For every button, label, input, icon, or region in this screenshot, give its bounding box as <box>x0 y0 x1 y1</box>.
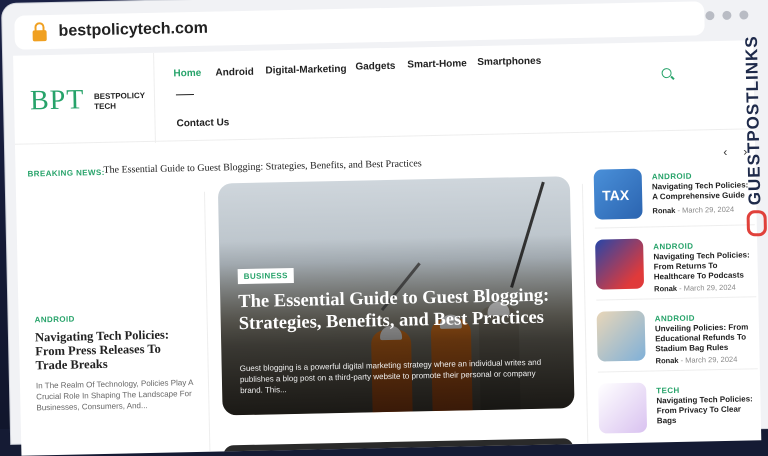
article-category[interactable]: ANDROID <box>652 172 692 182</box>
nav-android[interactable]: Android <box>215 67 254 79</box>
breaking-news-label: BREAKING NEWS: <box>27 167 105 179</box>
thumbnail-image[interactable] <box>596 310 646 362</box>
divider <box>596 296 757 301</box>
article-excerpt: In The Realm Of Technology, Policies Pla… <box>35 378 194 413</box>
article-category[interactable]: TECH <box>656 386 680 395</box>
article-title[interactable]: Navigating Tech Policies: From Press Rel… <box>35 327 196 373</box>
nav-contact-us[interactable]: Contact Us <box>176 117 229 129</box>
logo-wordmark: BESTPOLICY TECH <box>93 91 146 112</box>
link-icon <box>746 210 768 237</box>
thumbnail-image[interactable]: TAX <box>593 168 643 220</box>
article-title[interactable]: Unveiling Policies: From Educational Ref… <box>655 322 754 354</box>
article-category[interactable]: ANDROID <box>35 312 195 325</box>
chevron-left-icon[interactable]: ‹ <box>723 145 727 159</box>
sidebar-item[interactable]: ANDROID Navigating Tech Policies: From R… <box>595 236 755 293</box>
browser-window: bestpolicytech.com BPT BESTPOLICY TECH H… <box>2 0 768 456</box>
article-title[interactable]: Navigating Tech Policies: From Privacy T… <box>656 394 755 426</box>
thumbnail-image[interactable] <box>598 382 648 434</box>
nav-gadgets[interactable]: Gadgets <box>355 61 395 73</box>
hero-title[interactable]: The Essential Guide to Guest Blogging: S… <box>238 284 559 335</box>
url-text: bestpolicytech.com <box>58 19 209 40</box>
window-dot-icon[interactable] <box>722 10 732 20</box>
active-underline <box>175 94 194 96</box>
divider <box>597 368 758 373</box>
article-meta: Ronak - March 29, 2024 <box>655 354 738 366</box>
nav-smart-home[interactable]: Smart-Home <box>407 58 467 70</box>
sidebar-item[interactable]: TAX ANDROID Navigating Tech Policies: A … <box>593 166 754 220</box>
article-meta: Ronak - March 29, 2024 <box>652 204 735 216</box>
web-page: BPT BESTPOLICY TECH Home Android Digital… <box>13 40 762 456</box>
logo-mark: BPT <box>29 84 85 117</box>
article-title[interactable]: Navigating Tech Policies: A Comprehensiv… <box>652 180 750 202</box>
article-title[interactable]: Navigating Tech Policies: From Returns T… <box>653 250 752 282</box>
lock-icon <box>32 29 47 41</box>
window-dot-icon[interactable] <box>739 10 749 20</box>
window-dot-icon[interactable] <box>705 11 715 21</box>
article-meta: Ronak - March 29, 2024 <box>654 282 736 294</box>
nav-digital-marketing[interactable]: Digital-Marketing <box>265 64 346 77</box>
category-badge[interactable]: BUSINESS <box>237 267 295 285</box>
site-logo[interactable]: BPT BESTPOLICY TECH <box>21 52 156 146</box>
thumbnail-image[interactable] <box>595 238 645 290</box>
article-category[interactable]: ANDROID <box>653 242 693 252</box>
search-icon[interactable] <box>661 67 672 79</box>
guestpostlinks-watermark: GUESTPOSTLINKS <box>741 24 768 237</box>
divider <box>594 224 755 229</box>
hero-article[interactable]: BUSINESS The Essential Guide to Guest Bl… <box>217 176 575 416</box>
breaking-news-headline[interactable]: The Essential Guide to Guest Blogging: S… <box>103 158 421 176</box>
next-article-card[interactable] <box>223 438 574 456</box>
column-divider <box>581 183 589 444</box>
sidebar-item[interactable]: ANDROID Unveiling Policies: From Educati… <box>596 308 757 365</box>
sidebar-item[interactable]: TECH Navigating Tech Policies: From Priv… <box>598 380 758 434</box>
nav-home[interactable]: Home <box>173 68 201 80</box>
article-category[interactable]: ANDROID <box>655 314 695 324</box>
left-article: ANDROID Navigating Tech Policies: From P… <box>35 312 197 413</box>
hero-excerpt: Guest blogging is a powerful digital mar… <box>239 357 542 396</box>
column-divider <box>203 191 211 452</box>
window-controls <box>705 10 749 21</box>
nav-smartphones[interactable]: Smartphones <box>477 56 541 68</box>
